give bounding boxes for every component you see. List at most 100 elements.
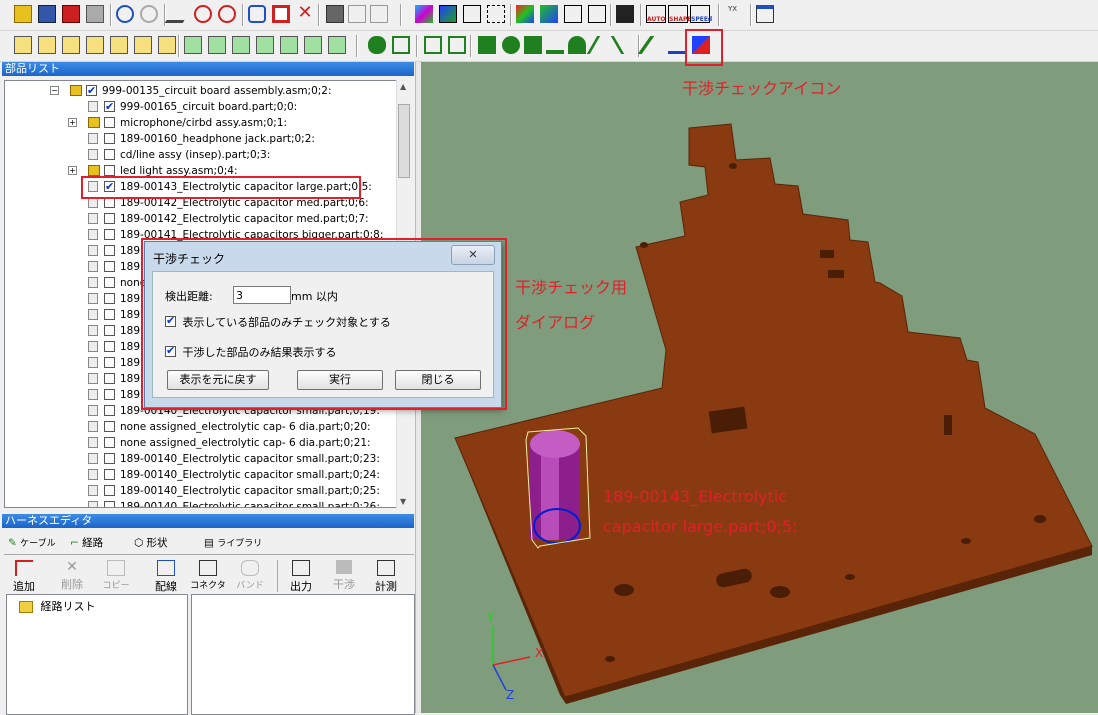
tree-checkbox[interactable] xyxy=(104,149,115,160)
tree-checkbox[interactable] xyxy=(104,99,115,115)
save-icon[interactable] xyxy=(38,5,56,23)
tree-checkbox[interactable] xyxy=(104,277,115,288)
tree-row[interactable]: + microphone/cirbd assy.asm;0;1: xyxy=(5,115,395,131)
tree-checkbox[interactable] xyxy=(104,389,115,400)
stamp-icon[interactable] xyxy=(546,36,564,54)
delete-button[interactable]: ✕ 削除 xyxy=(52,560,92,592)
tree-row[interactable]: none assigned_electrolytic cap- 6 dia.pa… xyxy=(5,435,395,451)
tree-checkbox[interactable] xyxy=(104,357,115,368)
3d-viewport[interactable]: Y X Z xyxy=(421,62,1098,713)
tree-row[interactable]: 189-00140_Electrolytic capacitor small.p… xyxy=(5,483,395,499)
comment-icon[interactable] xyxy=(368,36,386,54)
tree-row[interactable]: none assigned_electrolytic cap- 6 dia.pa… xyxy=(5,419,395,435)
tree-checkbox[interactable] xyxy=(86,83,97,99)
copy-button[interactable]: コピー xyxy=(96,560,136,591)
tree-checkbox[interactable] xyxy=(104,421,115,432)
wand-icon[interactable] xyxy=(610,36,640,54)
measure-icon[interactable] xyxy=(668,36,686,54)
tree-checkbox[interactable] xyxy=(104,213,115,224)
tree-row[interactable]: 189-00160_headphone jack.part;0;2: xyxy=(5,131,395,147)
window-icon[interactable] xyxy=(756,5,774,23)
parts-tree-scroll-thumb[interactable] xyxy=(398,104,410,178)
hidden-line-view-icon[interactable] xyxy=(463,5,481,23)
axis-icon[interactable]: YX xyxy=(726,5,744,23)
tree-expander[interactable]: + xyxy=(68,118,77,127)
route-list-item[interactable]: 経路リスト xyxy=(19,598,96,614)
tree-row[interactable]: − 999-00135_circuit board assembly.asm;0;… xyxy=(5,83,395,99)
speaker-icon[interactable] xyxy=(616,5,634,23)
undo-icon[interactable] xyxy=(116,5,134,23)
tree-checkbox[interactable] xyxy=(104,469,115,480)
print-icon[interactable] xyxy=(86,5,104,23)
tree-checkbox[interactable] xyxy=(104,373,115,384)
tree-checkbox[interactable] xyxy=(104,485,115,496)
image-icon[interactable] xyxy=(448,36,466,54)
cube-view-icon[interactable] xyxy=(14,36,32,54)
green-cube-icon[interactable] xyxy=(280,36,298,54)
cube-view-icon[interactable] xyxy=(62,36,80,54)
route-detail-pane[interactable] xyxy=(191,594,415,715)
wiring-button[interactable]: 配線 xyxy=(146,560,186,594)
cube-view-icon[interactable] xyxy=(134,36,152,54)
speed-icon[interactable]: SPEEd xyxy=(690,5,712,23)
tree-icon[interactable] xyxy=(568,36,586,54)
tree-checkbox[interactable] xyxy=(104,341,115,352)
tree-expander[interactable]: − xyxy=(50,86,59,95)
tree-checkbox[interactable] xyxy=(104,165,115,176)
tab-shape[interactable]: ⬡ 形状 xyxy=(134,534,168,552)
tree-checkbox[interactable] xyxy=(104,501,115,507)
output-button[interactable]: 出力 xyxy=(281,560,321,594)
monitor-icon[interactable] xyxy=(392,36,410,54)
blue-cube-icon[interactable] xyxy=(540,5,558,23)
redo-icon[interactable] xyxy=(140,5,158,23)
green-cube-icon[interactable] xyxy=(208,36,226,54)
no-pen-icon[interactable] xyxy=(194,5,212,23)
tab-cable[interactable]: ✎ ケーブル xyxy=(8,534,56,552)
tree-row[interactable]: 189-00140_Electrolytic capacitor small.p… xyxy=(5,451,395,467)
outline-cube-icon[interactable] xyxy=(564,5,582,23)
tree-checkbox[interactable] xyxy=(104,229,115,240)
tree-checkbox[interactable] xyxy=(104,309,115,320)
robot-icon[interactable] xyxy=(478,36,496,54)
tree-checkbox[interactable] xyxy=(104,325,115,336)
tree-row[interactable]: 999-00165_circuit board.part;0;0: xyxy=(5,99,395,115)
circuit-board[interactable] xyxy=(454,123,1093,698)
shield-icon[interactable] xyxy=(524,36,542,54)
color-cube-icon[interactable] xyxy=(516,5,534,23)
tree-checkbox[interactable] xyxy=(104,293,115,304)
tree-expander[interactable]: + xyxy=(68,166,77,175)
route-list-pane[interactable]: 経路リスト xyxy=(6,594,188,715)
grid-icon[interactable] xyxy=(348,5,366,23)
frame-icon[interactable] xyxy=(424,36,442,54)
tree-row[interactable]: 189-00140_Electrolytic capacitor small.p… xyxy=(5,499,395,507)
tree-checkbox[interactable] xyxy=(104,245,115,256)
cube-view-icon[interactable] xyxy=(86,36,104,54)
green-cube-icon[interactable] xyxy=(232,36,250,54)
connector-button[interactable]: コネクタ xyxy=(188,560,228,591)
wireframe-view-icon[interactable] xyxy=(487,5,505,23)
tab-route[interactable]: ⌐ 経路 xyxy=(70,534,103,552)
camera-icon[interactable] xyxy=(326,5,344,23)
gear-green-icon[interactable] xyxy=(502,36,520,54)
tree-row[interactable]: cd/line assy (insep).part;0;3: xyxy=(5,147,395,163)
green-cube-icon[interactable] xyxy=(304,36,322,54)
open-folder-icon[interactable] xyxy=(14,5,32,23)
cube-view-icon[interactable] xyxy=(38,36,56,54)
link-icon[interactable] xyxy=(248,5,266,23)
no-draw-icon[interactable] xyxy=(218,5,236,23)
band-button[interactable]: バンド xyxy=(230,560,270,591)
scroll-down-arrow[interactable]: ▼ xyxy=(400,497,406,506)
tree-checkbox[interactable] xyxy=(104,453,115,464)
tree-checkbox[interactable] xyxy=(104,133,115,144)
red-cube-icon[interactable] xyxy=(62,5,80,23)
cube-view-icon[interactable] xyxy=(110,36,128,54)
delete-icon[interactable]: ✕ xyxy=(296,4,314,23)
select-red-icon[interactable] xyxy=(272,5,290,23)
tree-checkbox[interactable] xyxy=(104,405,115,416)
tree-row[interactable]: 189-00140_Electrolytic capacitor small.p… xyxy=(5,467,395,483)
tree-row[interactable]: 189-00142_Electrolytic capacitor med.par… xyxy=(5,211,395,227)
tree-checkbox[interactable] xyxy=(104,261,115,272)
cube-view-icon[interactable] xyxy=(158,36,176,54)
tree-checkbox[interactable] xyxy=(104,117,115,128)
shaded-edge-view-icon[interactable] xyxy=(439,5,457,23)
